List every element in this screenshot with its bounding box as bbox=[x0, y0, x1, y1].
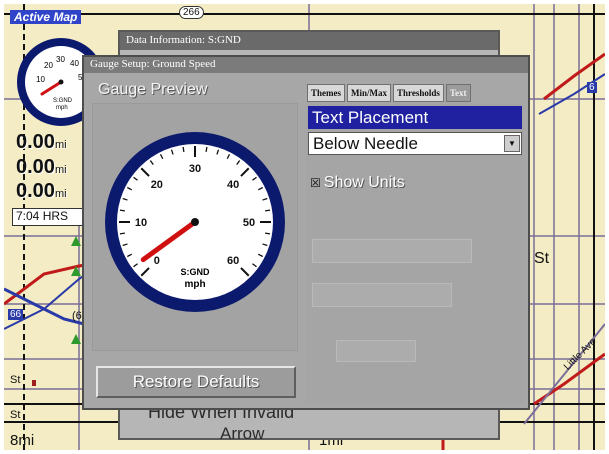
map-scale-left: 8mi bbox=[10, 432, 35, 449]
mini-tick: 30 bbox=[56, 55, 65, 64]
tab-bar: Themes Min/Max Thresholds Text bbox=[307, 84, 471, 102]
gauge-tick-label: 60 bbox=[227, 255, 239, 267]
tab-thresholds[interactable]: Thresholds bbox=[393, 84, 444, 102]
gauge-preview: 0 10 20 30 40 50 60 S:GND mph bbox=[105, 132, 285, 312]
street-label: St bbox=[534, 250, 550, 267]
gauge-tick bbox=[119, 232, 125, 235]
show-units-label: Show Units bbox=[323, 174, 405, 191]
gauge-tick-label: 30 bbox=[189, 163, 201, 175]
text-placement-header: Text Placement bbox=[308, 106, 522, 129]
show-units-row[interactable]: ☒ Show Units bbox=[310, 174, 405, 192]
gauge-tick-label: 20 bbox=[151, 179, 163, 191]
ghost-field bbox=[336, 340, 416, 362]
road-shield: (6 bbox=[72, 310, 82, 322]
mini-tick: 10 bbox=[36, 75, 45, 84]
gauge-setup-dialog: Gauge Setup: Ground Speed Gauge Preview … bbox=[82, 55, 530, 410]
restore-defaults-button[interactable]: Restore Defaults bbox=[96, 366, 296, 398]
text-placement-select[interactable]: Below Needle ▼ bbox=[308, 132, 522, 155]
ghost-field bbox=[312, 283, 452, 307]
gauge-label-line2: mph bbox=[184, 279, 205, 290]
time-readout: 7:04 HRS bbox=[12, 208, 84, 226]
street-label: St bbox=[10, 409, 21, 421]
road-shield: 266 bbox=[179, 6, 204, 19]
road-shield: 66 bbox=[8, 309, 24, 320]
gauge-tick-label: 0 bbox=[154, 255, 160, 267]
gauge-tick bbox=[182, 146, 185, 152]
text-tab-panel: Text Placement Below Needle ▼ ☒ Show Unit… bbox=[306, 103, 524, 403]
dialog-title: Gauge Setup: Ground Speed bbox=[84, 57, 528, 73]
tab-min-max[interactable]: Min/Max bbox=[347, 84, 391, 102]
gauge-tick bbox=[119, 209, 125, 212]
gauge-hub bbox=[191, 218, 199, 226]
mini-tick: 20 bbox=[44, 61, 53, 70]
gauge-preview-label: Gauge Preview bbox=[98, 81, 208, 98]
gauge-tick bbox=[205, 146, 208, 152]
mini-unit2: mph bbox=[56, 105, 68, 111]
gauge-tick-label: 40 bbox=[227, 179, 239, 191]
ghost-field bbox=[312, 239, 472, 263]
road-shield: 6 bbox=[587, 82, 597, 93]
chevron-down-icon[interactable]: ▼ bbox=[504, 135, 520, 152]
gauge-tick bbox=[265, 232, 271, 235]
street-label: St bbox=[10, 374, 21, 386]
trip-readout-3: 0.00mi bbox=[16, 180, 67, 202]
mini-tick: 40 bbox=[70, 59, 79, 68]
tab-themes[interactable]: Themes bbox=[307, 84, 345, 102]
trip-readout-1: 0.00mi bbox=[16, 131, 67, 153]
gauge-preview-panel: 0 10 20 30 40 50 60 S:GND mph bbox=[92, 103, 298, 351]
dialog-title: Data Information: S:GND bbox=[120, 32, 498, 50]
tab-text[interactable]: Text bbox=[445, 84, 471, 102]
gauge-tick-label: 10 bbox=[135, 217, 147, 229]
gauge-tick-label: 50 bbox=[243, 217, 255, 229]
text-placement-value: Below Needle bbox=[313, 134, 418, 153]
gauge-tick bbox=[265, 209, 271, 212]
arrow-label: Arrow bbox=[220, 424, 265, 443]
checkbox-checked-icon[interactable]: ☒ bbox=[310, 176, 321, 190]
gauge-label-line1: S:GND bbox=[181, 267, 211, 277]
mini-unit: S:GND bbox=[53, 98, 73, 104]
trip-readout-2: 0.00mi bbox=[16, 156, 67, 178]
